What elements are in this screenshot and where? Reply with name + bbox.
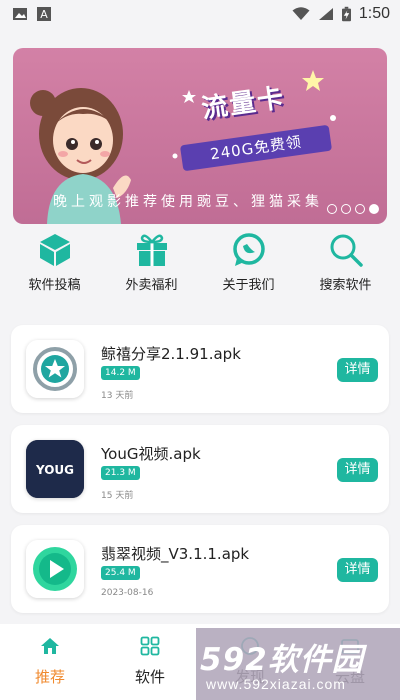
app-name: YouG视频.apk — [101, 445, 201, 463]
mobile-signal-icon — [318, 8, 333, 20]
chat-bubble-icon — [232, 233, 265, 266]
play-button-icon — [26, 540, 84, 598]
details-button[interactable]: 详情 — [337, 558, 378, 582]
youg-logo-icon: YOUG — [26, 440, 84, 498]
wifi-icon — [292, 7, 310, 20]
promo-banner[interactable]: 流量卡 240G免费领 晚上观影推荐使用豌豆、狸猫采集 — [13, 48, 387, 224]
watermark-brand: 592软件园 — [200, 642, 364, 678]
app-date: 2023-08-16 — [101, 588, 154, 598]
app-date: 15 天前 — [101, 491, 134, 501]
site-watermark: 592软件园 www.592xiazai.com — [196, 628, 400, 700]
quick-action-label: 外卖福利 — [125, 278, 178, 293]
svg-text:A: A — [40, 8, 48, 21]
quick-action-submit[interactable]: 软件投稿 — [12, 232, 98, 298]
watermark-url: www.592xiazai.com — [206, 676, 346, 692]
image-icon — [13, 8, 27, 20]
youg-logo-text: YOUG — [35, 463, 74, 477]
carousel-dot[interactable] — [341, 204, 351, 214]
quick-action-about[interactable]: 关于我们 — [206, 232, 292, 298]
app-size-badge: 21.3 M — [101, 466, 140, 480]
quick-action-takeout[interactable]: 外卖福利 — [109, 232, 195, 298]
banner-caption: 晚上观影推荐使用豌豆、狸猫采集 — [53, 194, 323, 210]
grid-icon — [140, 636, 160, 656]
carousel-dot[interactable] — [327, 204, 337, 214]
carousel-dot-active[interactable] — [369, 204, 379, 214]
app-card[interactable]: 鲸禧分享2.1.91.apk 14.2 M 13 天前 详情 — [11, 325, 389, 413]
app-card[interactable]: 翡翠视频_V3.1.1.apk 25.4 M 2023-08-16 详情 — [11, 525, 389, 613]
tab-recommend[interactable]: 推荐 — [0, 624, 100, 700]
quick-action-label: 搜索软件 — [319, 278, 372, 293]
carousel-dot[interactable] — [355, 204, 365, 214]
details-button[interactable]: 详情 — [337, 458, 378, 482]
app-date: 13 天前 — [101, 391, 134, 401]
battery-charging-icon — [341, 6, 351, 22]
app-card[interactable]: YOUG YouG视频.apk 21.3 M 15 天前 详情 — [11, 425, 389, 513]
search-icon — [330, 234, 363, 267]
status-bar: A 1:50 — [0, 0, 400, 28]
app-name: 翡翠视频_V3.1.1.apk — [101, 545, 250, 563]
app-name: 鲸禧分享2.1.91.apk — [101, 345, 241, 363]
app-size-badge: 25.4 M — [101, 566, 140, 580]
star-circle-icon — [26, 340, 84, 398]
cube-icon — [39, 234, 70, 266]
tab-label: 推荐 — [34, 668, 65, 686]
home-icon — [41, 638, 59, 654]
quick-action-label: 软件投稿 — [28, 278, 81, 293]
clock: 1:50 — [358, 5, 390, 22]
tab-label: 软件 — [134, 668, 165, 686]
carousel-indicator[interactable] — [327, 204, 379, 214]
app-size-badge: 14.2 M — [101, 366, 140, 380]
quick-action-label: 关于我们 — [222, 278, 275, 293]
tab-software[interactable]: 软件 — [100, 624, 200, 700]
quick-actions: 软件投稿 外卖福利 关于我们 搜索软件 — [0, 232, 400, 298]
font-a-icon: A — [37, 7, 51, 21]
quick-action-search[interactable]: 搜索软件 — [303, 232, 389, 298]
details-button[interactable]: 详情 — [337, 358, 378, 382]
gift-icon — [136, 234, 167, 266]
